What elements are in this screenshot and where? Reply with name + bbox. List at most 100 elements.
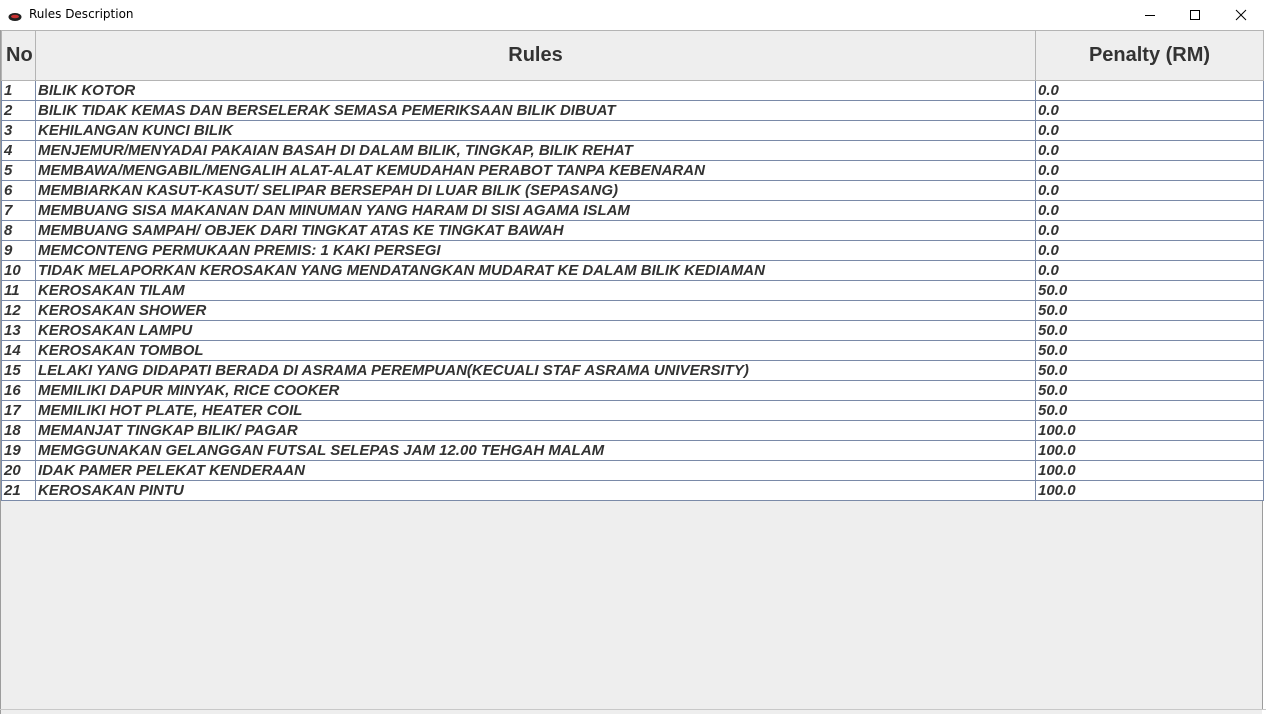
title-bar[interactable]: Rules Description <box>0 0 1266 30</box>
table-row[interactable]: 7 MEMBUANG SISA MAKANAN DAN MINUMAN YANG … <box>1 200 1264 221</box>
cell-rule[interactable]: KEROSAKAN SHOWER <box>35 300 1036 321</box>
cell-rule[interactable]: BILIK KOTOR <box>35 80 1036 101</box>
cell-no[interactable]: 2 <box>1 100 36 121</box>
table-row[interactable]: 5 MEMBAWA/MENGABIL/MENGALIH ALAT-ALAT KEM… <box>1 160 1264 181</box>
cell-no[interactable]: 12 <box>1 300 36 321</box>
cell-no[interactable]: 19 <box>1 440 36 461</box>
cell-rule[interactable]: MEMILIKI DAPUR MINYAK, RICE COOKER <box>35 380 1036 401</box>
cell-no[interactable]: 15 <box>1 360 36 381</box>
cell-penalty[interactable]: 50.0 <box>1035 300 1264 321</box>
cell-rule[interactable]: MEMCONTENG PERMUKAAN PREMIS: 1 KAKI PERS… <box>35 240 1036 261</box>
cell-penalty[interactable]: 0.0 <box>1035 200 1264 221</box>
table-row[interactable]: 6 MEMBIARKAN KASUT-KASUT/ SELIPAR BERSEPA… <box>1 180 1264 201</box>
table-row[interactable]: 16 MEMILIKI DAPUR MINYAK, RICE COOKER 50.0 <box>1 380 1264 401</box>
cell-penalty[interactable]: 0.0 <box>1035 80 1264 101</box>
window-title: Rules Description <box>29 7 134 21</box>
rules-table: No Rules Penalty (RM) 1 BILIK KOTOR 0.0 2 BI… <box>1 30 1264 501</box>
cell-rule[interactable]: BILIK TIDAK KEMAS DAN BERSELERAK SEMASA … <box>35 100 1036 121</box>
cell-penalty[interactable]: 50.0 <box>1035 380 1264 401</box>
table-body: 1 BILIK KOTOR 0.0 2 BILIK TIDAK KEMAS DAN BE… <box>1 80 1264 501</box>
table-row[interactable]: 8 MEMBUANG SAMPAH/ OBJEK DARI TINGKAT ATA… <box>1 220 1264 241</box>
table-row[interactable]: 2 BILIK TIDAK KEMAS DAN BERSELERAK SEMASA… <box>1 100 1264 121</box>
table-row[interactable]: 11 KEROSAKAN TILAM 50.0 <box>1 280 1264 301</box>
table-row[interactable]: 20 IDAK PAMER PELEKAT KENDERAAN 100.0 <box>1 460 1264 481</box>
table-row[interactable]: 1 BILIK KOTOR 0.0 <box>1 80 1264 101</box>
table-row[interactable]: 9 MEMCONTENG PERMUKAAN PREMIS: 1 KAKI PER… <box>1 240 1264 261</box>
cell-rule[interactable]: KEROSAKAN LAMPU <box>35 320 1036 341</box>
cell-no[interactable]: 16 <box>1 380 36 401</box>
table-row[interactable]: 13 KEROSAKAN LAMPU 50.0 <box>1 320 1264 341</box>
cell-rule[interactable]: MEMBUANG SISA MAKANAN DAN MINUMAN YANG H… <box>35 200 1036 221</box>
cell-no[interactable]: 1 <box>1 80 36 101</box>
cell-penalty[interactable]: 50.0 <box>1035 360 1264 381</box>
table-row[interactable]: 15 LELAKI YANG DIDAPATI BERADA DI ASRAMA … <box>1 360 1264 381</box>
cell-no[interactable]: 4 <box>1 140 36 161</box>
cell-rule[interactable]: MEMBUANG SAMPAH/ OBJEK DARI TINGKAT ATAS… <box>35 220 1036 241</box>
app-icon <box>8 9 22 21</box>
table-row[interactable]: 21 KEROSAKAN PINTU 100.0 <box>1 480 1264 501</box>
cell-penalty[interactable]: 0.0 <box>1035 100 1264 121</box>
column-header-penalty[interactable]: Penalty (RM) <box>1035 30 1264 81</box>
close-icon <box>1235 9 1247 21</box>
cell-penalty[interactable]: 0.0 <box>1035 220 1264 241</box>
cell-rule[interactable]: MEMBAWA/MENGABIL/MENGALIH ALAT-ALAT KEMU… <box>35 160 1036 181</box>
cell-no[interactable]: 13 <box>1 320 36 341</box>
maximize-icon <box>1190 10 1200 20</box>
table-header-row: No Rules Penalty (RM) <box>1 30 1264 81</box>
cell-rule[interactable]: MENJEMUR/MENYADAI PAKAIAN BASAH DI DALAM… <box>35 140 1036 161</box>
cell-no[interactable]: 8 <box>1 220 36 241</box>
cell-no[interactable]: 9 <box>1 240 36 261</box>
cell-rule[interactable]: KEROSAKAN TOMBOL <box>35 340 1036 361</box>
table-row[interactable]: 14 KEROSAKAN TOMBOL 50.0 <box>1 340 1264 361</box>
cell-penalty[interactable]: 50.0 <box>1035 320 1264 341</box>
cell-rule[interactable]: MEMGGUNAKAN GELANGGAN FUTSAL SELEPAS JAM… <box>35 440 1036 461</box>
cell-penalty[interactable]: 100.0 <box>1035 460 1264 481</box>
table-row[interactable]: 4 MENJEMUR/MENYADAI PAKAIAN BASAH DI DALA… <box>1 140 1264 161</box>
cell-rule[interactable]: IDAK PAMER PELEKAT KENDERAAN <box>35 460 1036 481</box>
cell-penalty[interactable]: 0.0 <box>1035 260 1264 281</box>
minimize-button[interactable] <box>1127 0 1173 30</box>
cell-no[interactable]: 21 <box>1 480 36 501</box>
cell-penalty[interactable]: 50.0 <box>1035 340 1264 361</box>
column-header-no[interactable]: No <box>1 30 36 81</box>
table-row[interactable]: 12 KEROSAKAN SHOWER 50.0 <box>1 300 1264 321</box>
cell-no[interactable]: 20 <box>1 460 36 481</box>
cell-no[interactable]: 17 <box>1 400 36 421</box>
cell-rule[interactable]: MEMILIKI HOT PLATE, HEATER COIL <box>35 400 1036 421</box>
table-row[interactable]: 17 MEMILIKI HOT PLATE, HEATER COIL 50.0 <box>1 400 1264 421</box>
cell-penalty[interactable]: 0.0 <box>1035 120 1264 141</box>
rules-description-window: Rules Description No Rules Penalty (RM) … <box>0 0 1266 714</box>
cell-no[interactable]: 7 <box>1 200 36 221</box>
cell-penalty[interactable]: 100.0 <box>1035 480 1264 501</box>
window-bottom-border <box>0 709 1266 710</box>
cell-no[interactable]: 18 <box>1 420 36 441</box>
table-row[interactable]: 10 TIDAK MELAPORKAN KEROSAKAN YANG MENDAT… <box>1 260 1264 281</box>
close-button[interactable] <box>1218 0 1264 30</box>
cell-penalty[interactable]: 50.0 <box>1035 280 1264 301</box>
cell-rule[interactable]: KEROSAKAN TILAM <box>35 280 1036 301</box>
cell-penalty[interactable]: 100.0 <box>1035 440 1264 461</box>
column-header-rules[interactable]: Rules <box>35 30 1036 81</box>
cell-penalty[interactable]: 0.0 <box>1035 140 1264 161</box>
cell-no[interactable]: 5 <box>1 160 36 181</box>
cell-penalty[interactable]: 100.0 <box>1035 420 1264 441</box>
cell-rule[interactable]: KEHILANGAN KUNCI BILIK <box>35 120 1036 141</box>
table-row[interactable]: 3 KEHILANGAN KUNCI BILIK 0.0 <box>1 120 1264 141</box>
cell-no[interactable]: 11 <box>1 280 36 301</box>
cell-penalty[interactable]: 50.0 <box>1035 400 1264 421</box>
cell-no[interactable]: 6 <box>1 180 36 201</box>
cell-penalty[interactable]: 0.0 <box>1035 240 1264 261</box>
cell-no[interactable]: 10 <box>1 260 36 281</box>
table-row[interactable]: 18 MEMANJAT TINGKAP BILIK/ PAGAR 100.0 <box>1 420 1264 441</box>
cell-no[interactable]: 14 <box>1 340 36 361</box>
cell-penalty[interactable]: 0.0 <box>1035 180 1264 201</box>
table-row[interactable]: 19 MEMGGUNAKAN GELANGGAN FUTSAL SELEPAS J… <box>1 440 1264 461</box>
cell-no[interactable]: 3 <box>1 120 36 141</box>
cell-rule[interactable]: KEROSAKAN PINTU <box>35 480 1036 501</box>
cell-rule[interactable]: LELAKI YANG DIDAPATI BERADA DI ASRAMA PE… <box>35 360 1036 381</box>
cell-penalty[interactable]: 0.0 <box>1035 160 1264 181</box>
cell-rule[interactable]: TIDAK MELAPORKAN KEROSAKAN YANG MENDATAN… <box>35 260 1036 281</box>
cell-rule[interactable]: MEMBIARKAN KASUT-KASUT/ SELIPAR BERSEPAH… <box>35 180 1036 201</box>
cell-rule[interactable]: MEMANJAT TINGKAP BILIK/ PAGAR <box>35 420 1036 441</box>
maximize-button[interactable] <box>1172 0 1218 30</box>
